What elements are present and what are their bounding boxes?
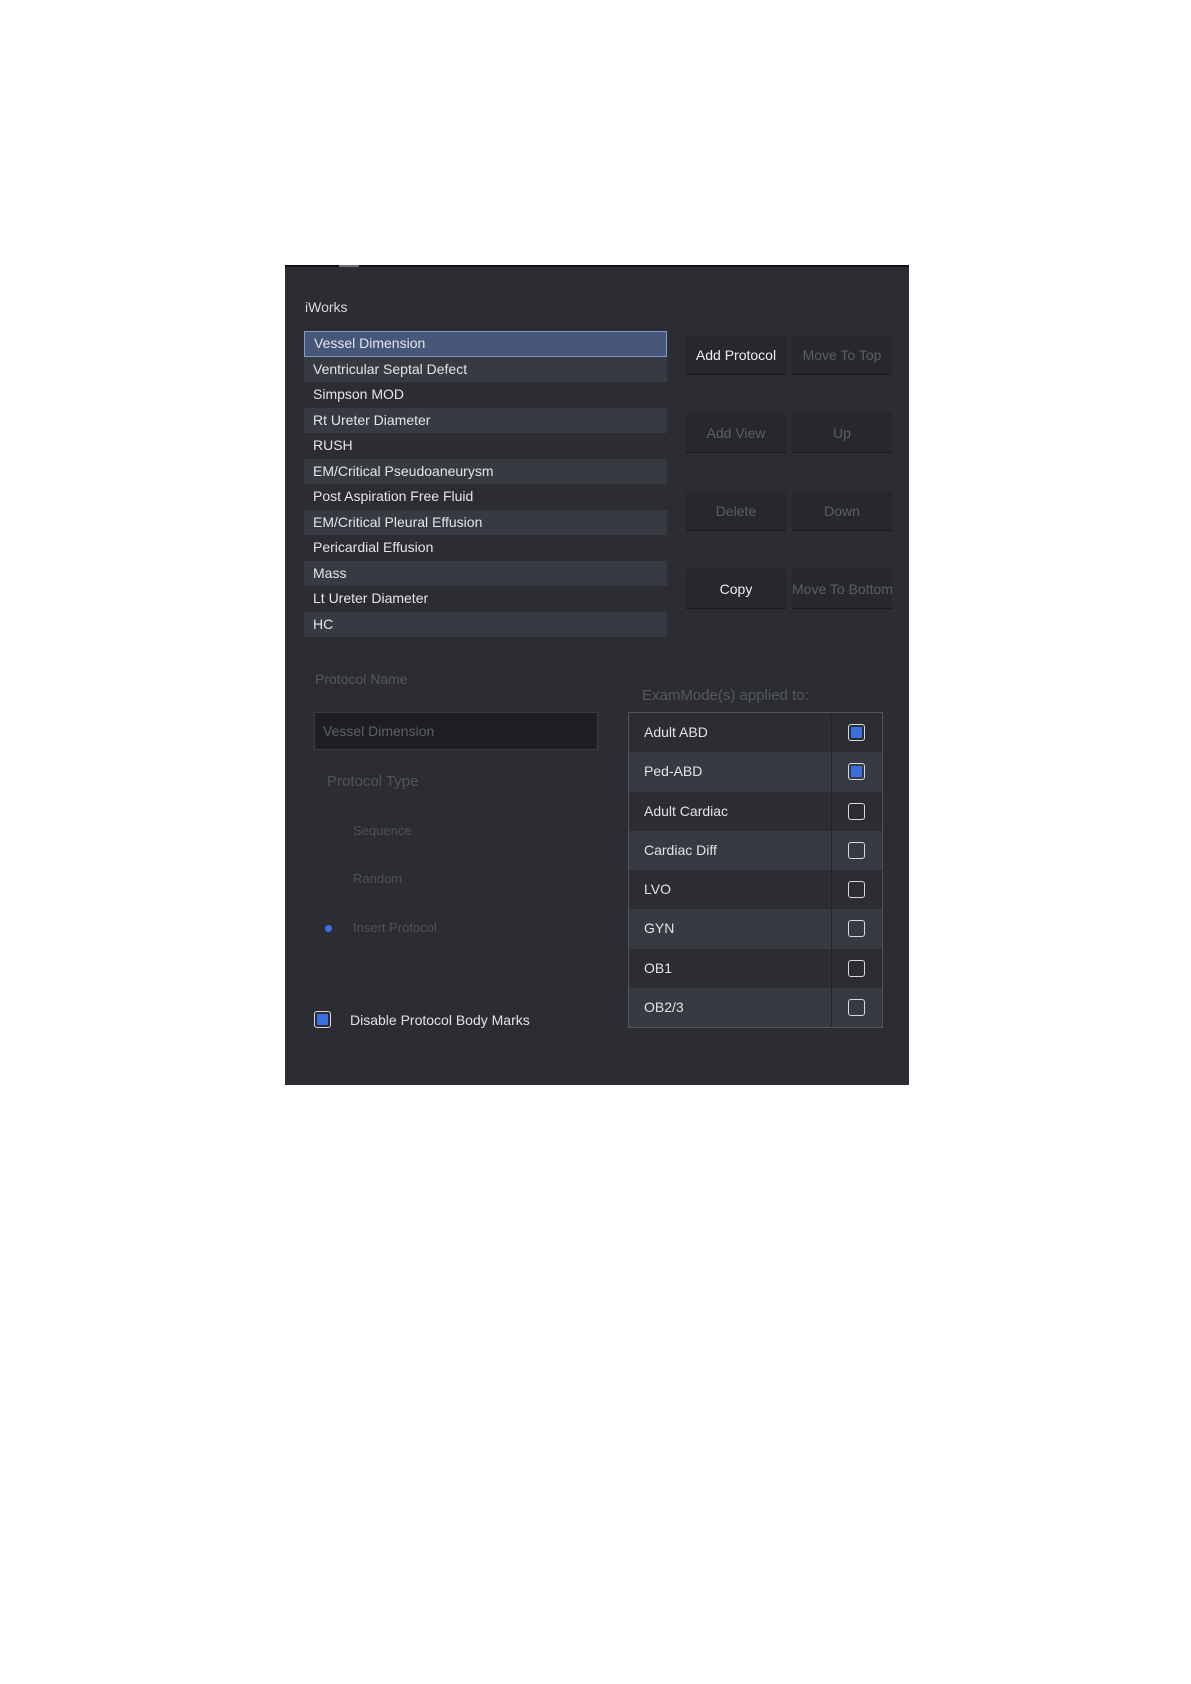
panel-tab-indicator <box>339 265 359 267</box>
radio-indicator <box>325 876 332 883</box>
protocol-item-4[interactable]: RUSH <box>304 433 667 459</box>
exam-mode-checkbox[interactable] <box>848 999 865 1017</box>
radio-indicator <box>325 828 332 835</box>
column-divider <box>831 948 832 989</box>
protocol-item-0[interactable]: Vessel Dimension <box>304 331 667 357</box>
copy-button[interactable]: Copy <box>686 569 786 609</box>
exam-mode-row[interactable]: LVO <box>629 870 882 910</box>
protocol-item-1[interactable]: Ventricular Septal Defect <box>304 356 667 382</box>
exam-mode-row[interactable]: Cardiac Diff <box>629 830 882 871</box>
protocol-item-6[interactable]: Post Aspiration Free Fluid <box>304 484 667 510</box>
disable-body-marks-checkbox[interactable] <box>314 1011 331 1028</box>
exam-mode-row[interactable]: GYN <box>629 909 882 949</box>
down-button[interactable]: Down <box>792 491 892 531</box>
radio-indicator <box>325 925 332 932</box>
protocol-item-9[interactable]: Mass <box>304 560 667 586</box>
exam-mode-row[interactable]: OB1 <box>629 948 882 989</box>
exam-modes-table: Adult ABD Ped-ABD Adult Cardiac Cardiac … <box>628 712 883 1029</box>
exam-mode-row[interactable]: OB2/3 <box>629 988 882 1028</box>
radio-label: Random <box>353 871 403 886</box>
protocol-type-label: Protocol Type <box>327 773 419 790</box>
exam-mode-row[interactable]: Ped-ABD <box>629 752 882 792</box>
protocol-name-input[interactable] <box>314 712 598 750</box>
exam-mode-name: GYN <box>644 920 675 937</box>
protocol-item-11[interactable]: HC <box>304 611 667 637</box>
exam-mode-name: Cardiac Diff <box>644 841 717 858</box>
exam-mode-name: OB2/3 <box>644 999 684 1016</box>
exam-mode-row[interactable]: Adult Cardiac <box>629 791 882 831</box>
exam-mode-checkbox[interactable] <box>848 881 865 899</box>
exam-mode-checkbox[interactable] <box>848 959 865 977</box>
radio-label: Insert Protocol <box>353 920 437 935</box>
column-divider <box>831 830 832 871</box>
exam-mode-row[interactable]: Adult ABD <box>629 713 882 753</box>
move-to-bottom-button[interactable]: Move To Bottom <box>792 569 892 609</box>
column-divider <box>831 909 832 949</box>
column-divider <box>831 713 832 753</box>
up-button[interactable]: Up <box>792 413 892 453</box>
exam-mode-checkbox[interactable] <box>848 841 865 859</box>
protocol-item-5[interactable]: EM/Critical Pseudoaneurysm <box>304 458 667 484</box>
protocol-item-2[interactable]: Simpson MOD <box>304 382 667 408</box>
protocol-name-label: Protocol Name <box>315 671 408 687</box>
protocol-item-10[interactable]: Lt Ureter Diameter <box>304 586 667 612</box>
exam-mode-checkbox[interactable] <box>848 802 865 820</box>
protocol-list[interactable]: Vessel Dimension Ventricular Septal Defe… <box>304 331 667 637</box>
column-divider <box>831 752 832 792</box>
exam-mode-checkbox[interactable] <box>848 724 865 741</box>
add-protocol-button[interactable]: Add Protocol <box>686 335 786 375</box>
protocol-item-8[interactable]: Pericardial Effusion <box>304 535 667 561</box>
exam-mode-checkbox[interactable] <box>848 763 865 781</box>
exam-mode-name: Adult ABD <box>644 724 708 740</box>
panel-title: iWorks <box>305 299 348 315</box>
move-to-top-button[interactable]: Move To Top <box>792 335 892 375</box>
column-divider <box>831 988 832 1028</box>
protocol-item-7[interactable]: EM/Critical Pleural Effusion <box>304 509 667 535</box>
exam-mode-checkbox[interactable] <box>848 920 865 938</box>
protocol-item-3[interactable]: Rt Ureter Diameter <box>304 407 667 433</box>
column-divider <box>831 791 832 831</box>
exam-mode-name: Ped-ABD <box>644 763 703 780</box>
radio-label: Sequence <box>353 823 412 838</box>
add-view-button[interactable]: Add View <box>686 413 786 453</box>
exam-mode-name: Adult Cardiac <box>644 802 729 819</box>
delete-button[interactable]: Delete <box>686 491 786 531</box>
disable-body-marks-label: Disable Protocol Body Marks <box>350 1012 530 1028</box>
column-divider <box>831 870 832 910</box>
exam-modes-label: ExamMode(s) applied to: <box>642 687 809 704</box>
exam-mode-name: OB1 <box>644 959 673 976</box>
exam-mode-name: LVO <box>644 881 671 898</box>
iworks-panel: iWorks Vessel Dimension Ventricular Sept… <box>285 265 909 1085</box>
